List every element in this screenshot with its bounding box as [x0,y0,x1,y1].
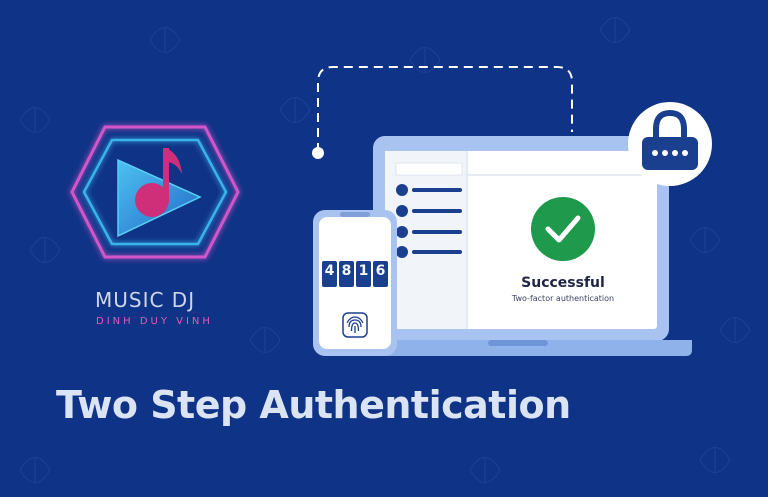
logo-subtitle: DINH DUY VINH [96,316,213,327]
banner-stage: MUSIC DJ DINH DUY VINH Successful Two-fa… [0,0,768,497]
phone-illustration [313,210,397,356]
checkmark-icon [531,197,595,261]
laptop-search-box [395,162,463,176]
phone-notch [340,212,370,217]
success-title: Successful [521,275,605,291]
logo-title: MUSIC DJ [95,288,196,312]
music-dj-logo [70,125,240,259]
success-subtitle: Two-factor authentication [511,294,615,303]
code-digit: 4 [324,263,335,279]
laptop-sidebar [385,151,467,329]
code-digit: 6 [375,263,386,279]
code-digit: 8 [341,263,352,279]
connector-dot [312,147,324,159]
code-digit: 1 [358,263,369,279]
lock-badge [628,102,712,186]
headline: Two Step Authentication [56,383,571,427]
